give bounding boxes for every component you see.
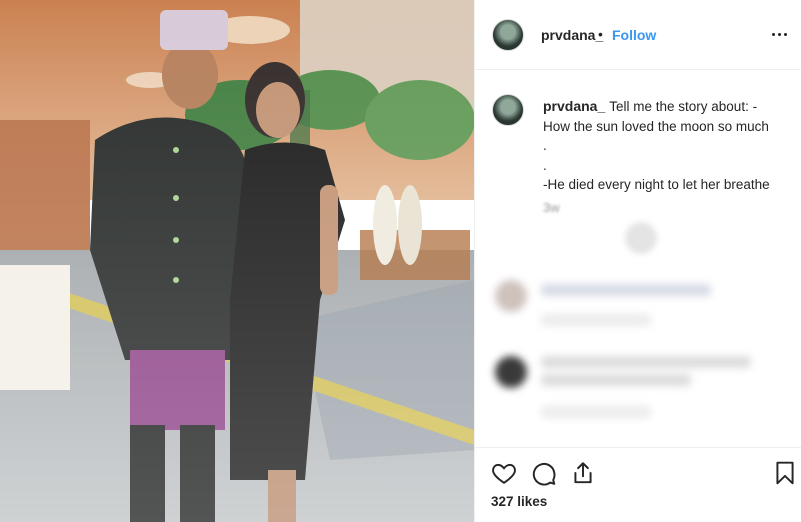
- more-options-icon[interactable]: [768, 22, 792, 46]
- heart-icon[interactable]: [491, 460, 517, 486]
- comment-icon[interactable]: [531, 460, 557, 486]
- caption-line: .: [543, 138, 547, 153]
- comment-avatar: [495, 356, 527, 388]
- likes-count[interactable]: 327 likes: [491, 494, 547, 509]
- caption-line: -He died every night to let her breathe: [543, 177, 770, 192]
- post-timestamp[interactable]: 3w: [543, 200, 560, 215]
- caption-line: .: [543, 157, 547, 173]
- post-header: prvdana_ • Follow: [475, 0, 801, 70]
- share-icon[interactable]: [570, 460, 596, 486]
- post-caption: prvdana_ Tell me the story about: - How t…: [543, 97, 788, 195]
- post-photo[interactable]: [0, 0, 474, 522]
- caption-username-link[interactable]: prvdana_: [543, 98, 605, 114]
- username-link[interactable]: prvdana_: [541, 27, 603, 43]
- loading-spinner-icon: [625, 222, 657, 254]
- post-details-panel: prvdana_ • Follow prvdana_ Tell me the st…: [474, 0, 801, 522]
- blurred-comment: [475, 350, 801, 430]
- post-image: [0, 0, 474, 522]
- blurred-comment: [475, 270, 801, 340]
- avatar[interactable]: [492, 19, 524, 51]
- follow-button[interactable]: Follow: [612, 27, 656, 43]
- caption-line: Tell me the story about: -: [609, 99, 758, 114]
- post-actions: 327 likes: [475, 447, 801, 522]
- caption-line: How the sun loved the moon so much: [543, 118, 769, 134]
- comment-avatar: [495, 280, 527, 312]
- bookmark-icon[interactable]: [772, 460, 798, 486]
- separator-dot: •: [598, 26, 603, 42]
- caption-avatar[interactable]: [492, 94, 524, 126]
